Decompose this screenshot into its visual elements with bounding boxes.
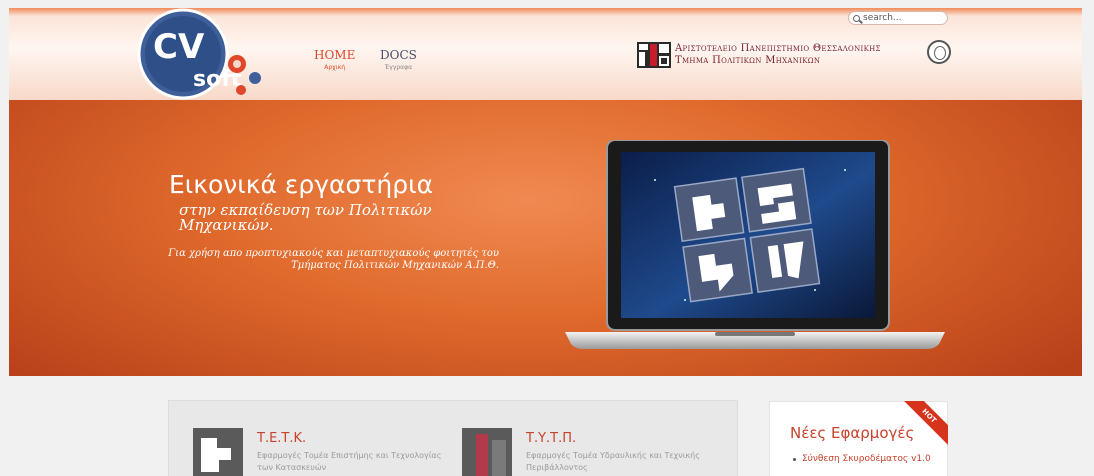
sidebar-title: Νέες Εφαρμογές	[790, 424, 915, 442]
logo-text-cv: CV	[153, 27, 205, 67]
new-apps-list: Σύνθεση Σκυροδέματος v1.0	[793, 454, 931, 465]
hero-banner: Εικονικά εργαστήρια στην εκπαίδευση των …	[9, 100, 1082, 376]
card-tytp-title[interactable]: Τ.Υ.Τ.Π.	[526, 431, 576, 446]
department-name: Τμημα Πολιτικων Μηχανικων	[675, 55, 821, 66]
nav-home-sublabel: Αρχική	[324, 64, 346, 71]
applications-panel: Τ.Ε.Τ.Κ. Εφαρμογές Τομέα Επιστήμης και Τ…	[168, 400, 738, 476]
tytp-icon[interactable]	[462, 428, 512, 476]
new-app-item[interactable]: Σύνθεση Σκυροδέματος v1.0	[793, 454, 931, 465]
civil-engineering-logo-icon	[637, 42, 671, 68]
nav-docs-sublabel: Έγγραφα	[384, 64, 413, 71]
card-tetk-text: Εφαρμογές Τομέα Επιστήμης και Τεχνολογία…	[257, 451, 442, 472]
hero-description: Για χρήση απο προπτυχιακούς και μεταπτυχ…	[168, 248, 499, 271]
search-input[interactable]	[863, 13, 943, 23]
nav-docs-label[interactable]: DOCS	[380, 48, 417, 62]
nav-home[interactable]: HOME Αρχική	[314, 48, 355, 71]
card-tytp-text: Εφαρμογές Τομέα Υδραυλικής και Τεχνικής …	[526, 451, 700, 472]
tetk-icon[interactable]	[193, 428, 243, 476]
university-banner[interactable]: Αριστοτελειο Πανεπιστημιο Θεσσαλονικης Τ…	[637, 42, 881, 68]
new-apps-sidebar: HOT Νέες Εφαρμογές Σύνθεση Σκυροδέματος …	[769, 401, 948, 476]
hero-subtitle: στην εκπαίδευση των Πολιτικών Μηχανικών.	[179, 201, 432, 234]
university-seal-icon	[927, 40, 951, 64]
nav-docs[interactable]: DOCS Έγγραφα	[380, 48, 417, 71]
cvsoft-logo[interactable]: CV soft	[137, 6, 277, 102]
university-name: Αριστοτελειο Πανεπιστημιο Θεσσαλονικης	[675, 43, 881, 54]
nav-home-label[interactable]: HOME	[314, 48, 355, 62]
card-tetk-title[interactable]: Τ.Ε.Τ.Κ.	[257, 431, 306, 446]
laptop-illustration	[565, 140, 945, 349]
hero-title: Εικονικά εργαστήρια	[169, 170, 434, 199]
search-icon	[853, 14, 860, 22]
search-box[interactable]	[848, 11, 948, 25]
